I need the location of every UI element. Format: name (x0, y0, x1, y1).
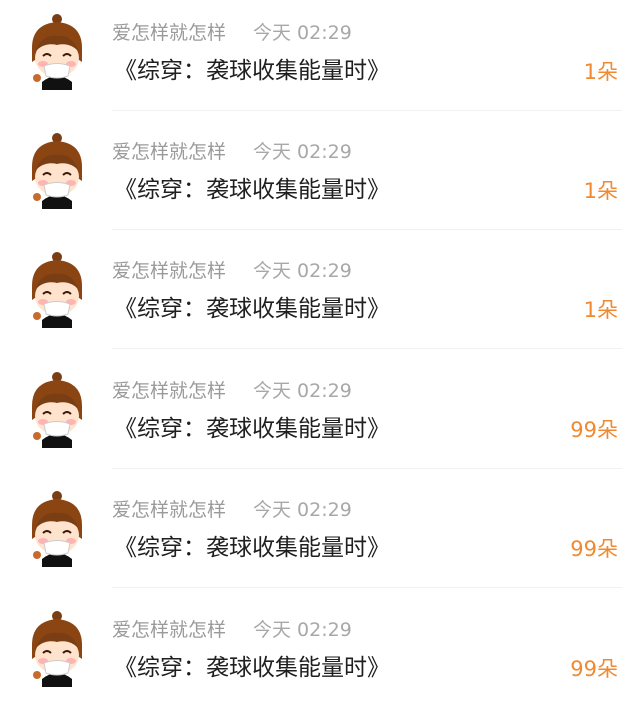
divider (112, 229, 622, 230)
avatar[interactable] (22, 489, 92, 569)
list-item[interactable]: 爱怎样就怎样 今天 02:29 《综穿：袭球收集能量时》 1朵 (0, 0, 640, 119)
username[interactable]: 爱怎样就怎样 (112, 139, 226, 165)
gift-comment-feed: 爱怎样就怎样 今天 02:29 《综穿：袭球收集能量时》 1朵 爱怎样就怎样 今… (0, 0, 640, 694)
list-item[interactable]: 爱怎样就怎样 今天 02:29 《综穿：袭球收集能量时》 99朵 (0, 597, 640, 716)
divider (112, 587, 622, 588)
list-item[interactable]: 爱怎样就怎样 今天 02:29 《综穿：袭球收集能量时》 1朵 (0, 238, 640, 357)
cartoon-boy-avatar-icon (32, 491, 82, 567)
comment-text: 《综穿：袭球收集能量时》 (114, 58, 390, 84)
list-item[interactable]: 爱怎样就怎样 今天 02:29 《综穿：袭球收集能量时》 99朵 (0, 477, 640, 596)
cartoon-boy-avatar-icon (32, 372, 82, 448)
flower-count: 99朵 (570, 418, 618, 442)
username[interactable]: 爱怎样就怎样 (112, 497, 226, 523)
timestamp: 今天 02:29 (253, 141, 352, 163)
avatar[interactable] (22, 370, 92, 450)
comment-text: 《综穿：袭球收集能量时》 (114, 177, 390, 203)
list-item[interactable]: 爱怎样就怎样 今天 02:29 《综穿：袭球收集能量时》 99朵 (0, 358, 640, 477)
avatar[interactable] (22, 12, 92, 92)
username[interactable]: 爱怎样就怎样 (112, 258, 226, 284)
timestamp: 今天 02:29 (253, 619, 352, 641)
timestamp: 今天 02:29 (253, 22, 352, 44)
divider (112, 468, 622, 469)
comment-text: 《综穿：袭球收集能量时》 (114, 655, 390, 681)
username[interactable]: 爱怎样就怎样 (112, 617, 226, 643)
cartoon-boy-avatar-icon (32, 252, 82, 328)
list-item[interactable]: 爱怎样就怎样 今天 02:29 《综穿：袭球收集能量时》 1朵 (0, 119, 640, 238)
comment-text: 《综穿：袭球收集能量时》 (114, 296, 390, 322)
flower-count: 1朵 (583, 179, 618, 203)
comment-text: 《综穿：袭球收集能量时》 (114, 535, 390, 561)
cartoon-boy-avatar-icon (32, 133, 82, 209)
avatar[interactable] (22, 250, 92, 330)
cartoon-boy-avatar-icon (32, 14, 82, 90)
divider (112, 110, 622, 111)
flower-count: 1朵 (583, 60, 618, 84)
comment-text: 《综穿：袭球收集能量时》 (114, 416, 390, 442)
cartoon-boy-avatar-icon (32, 611, 82, 687)
flower-count: 99朵 (570, 657, 618, 681)
username[interactable]: 爱怎样就怎样 (112, 378, 226, 404)
flower-count: 1朵 (583, 298, 618, 322)
timestamp: 今天 02:29 (253, 380, 352, 402)
timestamp: 今天 02:29 (253, 260, 352, 282)
avatar[interactable] (22, 131, 92, 211)
username[interactable]: 爱怎样就怎样 (112, 20, 226, 46)
divider (112, 348, 622, 349)
flower-count: 99朵 (570, 537, 618, 561)
timestamp: 今天 02:29 (253, 499, 352, 521)
avatar[interactable] (22, 609, 92, 689)
